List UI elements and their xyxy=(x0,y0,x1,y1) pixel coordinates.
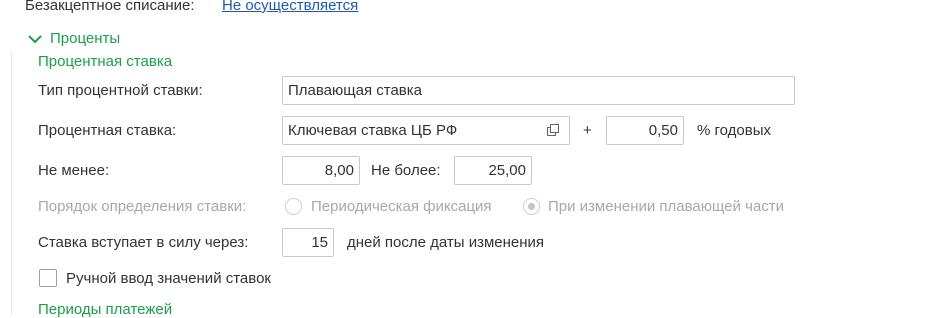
writeoff-link[interactable]: Не осуществляется xyxy=(222,0,358,14)
effective-days-field[interactable]: 15 xyxy=(282,228,334,257)
max-label: Не более: xyxy=(371,162,441,179)
min-label: Не менее: xyxy=(38,162,110,179)
group-title-rate: Процентная ставка xyxy=(38,53,173,70)
manual-entry-checkbox[interactable] xyxy=(39,269,57,287)
manual-entry-label[interactable]: Ручной ввод значений ставок xyxy=(66,270,271,287)
open-form-icon[interactable] xyxy=(545,122,561,138)
rate-label: Процентная ставка: xyxy=(38,122,177,139)
radio-periodic-label: Периодическая фиксация xyxy=(311,198,492,215)
rate-type-field[interactable]: Плавающая ставка xyxy=(282,76,795,105)
radio-periodic[interactable] xyxy=(285,198,302,215)
plus-sign: + xyxy=(583,122,592,139)
effective-suffix: дней после даты изменения xyxy=(347,234,545,251)
writeoff-label: Безакцептное списание: xyxy=(25,0,195,14)
max-field[interactable]: 25,00 xyxy=(454,156,532,185)
section-title-percents[interactable]: Проценты xyxy=(50,30,120,47)
radio-selected-dot xyxy=(528,203,535,210)
order-label: Порядок определения ставки: xyxy=(38,198,247,215)
min-field[interactable]: 8,00 xyxy=(282,156,360,185)
effective-label: Ставка вступает в силу через: xyxy=(38,234,249,251)
rate-unit: % годовых xyxy=(697,122,772,139)
radio-on-change[interactable] xyxy=(523,198,540,215)
rate-type-label: Тип процентной ставки: xyxy=(38,82,203,99)
radio-on-change-label: При изменении плавающей части xyxy=(548,198,784,215)
chevron-down-icon[interactable] xyxy=(27,31,43,47)
margin-field[interactable]: 0,50 xyxy=(606,116,684,145)
base-rate-field[interactable]: Ключевая ставка ЦБ РФ xyxy=(282,116,570,145)
section-title-payment-periods[interactable]: Периоды платежей xyxy=(38,301,172,318)
section-divider xyxy=(11,52,12,315)
